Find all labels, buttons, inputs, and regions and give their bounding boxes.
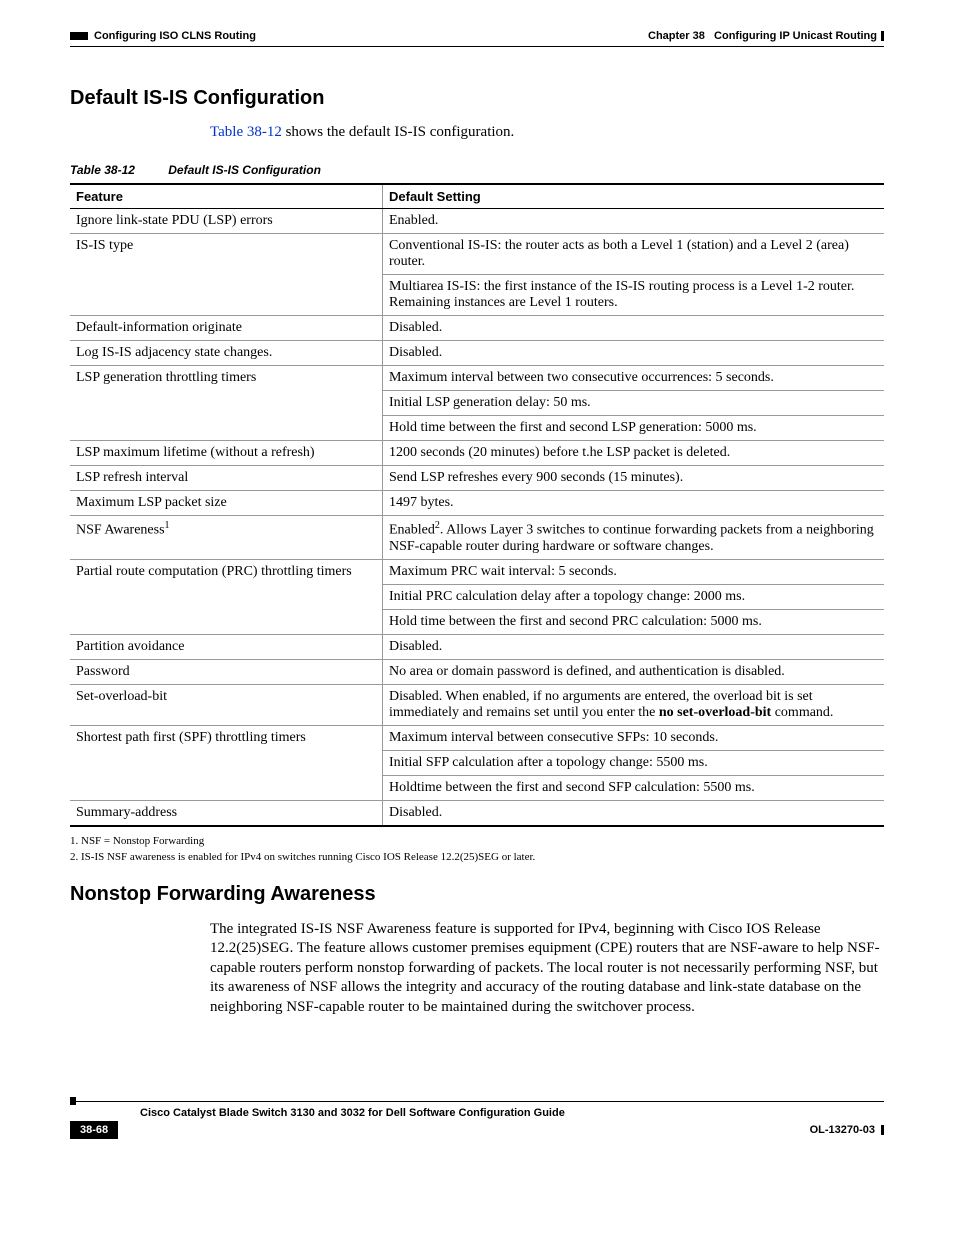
col-header-default: Default Setting [383, 184, 885, 209]
table-row: Log IS-IS adjacency state changes. Disab… [70, 341, 884, 366]
table-row: Partition avoidance Disabled. [70, 634, 884, 659]
config-table: Feature Default Setting Ignore link-stat… [70, 183, 884, 827]
cell-default: 1497 bytes. [383, 491, 885, 516]
cell-default: Maximum PRC wait interval: 5 seconds. [383, 559, 885, 584]
table-title: Default IS-IS Configuration [168, 163, 321, 177]
header-end-bar [881, 31, 884, 41]
cell-default: Disabled. [383, 341, 885, 366]
cell-feature: LSP generation throttling timers [70, 366, 383, 441]
table-row: IS-IS type Conventional IS-IS: the route… [70, 234, 884, 275]
table-row: Password No area or domain password is d… [70, 659, 884, 684]
header-marker [70, 32, 88, 40]
cell-feature: IS-IS type [70, 234, 383, 316]
col-header-feature: Feature [70, 184, 383, 209]
footnote-1: 1. NSF = Nonstop Forwarding [70, 835, 884, 847]
table-row: Shortest path first (SPF) throttling tim… [70, 725, 884, 750]
intro-text: shows the default IS-IS configuration. [282, 124, 514, 140]
cell-feature: Ignore link-state PDU (LSP) errors [70, 209, 383, 234]
cell-default: Maximum interval between consecutive SFP… [383, 725, 885, 750]
cell-default: No area or domain password is defined, a… [383, 659, 885, 684]
cell-default: Initial PRC calculation delay after a to… [383, 584, 885, 609]
page-footer: Cisco Catalyst Blade Switch 3130 and 303… [70, 1097, 884, 1139]
cell-default: 1200 seconds (20 minutes) before t.he LS… [383, 441, 885, 466]
table-row: Partial route computation (PRC) throttli… [70, 559, 884, 584]
table-row: Maximum LSP packet size 1497 bytes. [70, 491, 884, 516]
header-rule [70, 46, 884, 47]
cell-default: Disabled. [383, 316, 885, 341]
header-chapter-title: Configuring IP Unicast Routing [714, 30, 877, 42]
cell-default: Disabled. When enabled, if no arguments … [383, 684, 885, 725]
cell-feature: Default-information originate [70, 316, 383, 341]
cell-feature: Partition avoidance [70, 634, 383, 659]
table-reference-link[interactable]: Table 38-12 [210, 124, 282, 140]
cell-feature: Log IS-IS adjacency state changes. [70, 341, 383, 366]
table-row: LSP maximum lifetime (without a refresh)… [70, 441, 884, 466]
cell-default: Send LSP refreshes every 900 seconds (15… [383, 466, 885, 491]
header-chapter: Chapter 38 [648, 30, 705, 42]
table-number: Table 38-12 [70, 163, 135, 177]
cell-feature: Maximum LSP packet size [70, 491, 383, 516]
header-section: Configuring ISO CLNS Routing [94, 30, 256, 42]
cell-feature: NSF Awareness1 [70, 516, 383, 560]
cell-feature: Summary-address [70, 800, 383, 826]
cell-default: Holdtime between the first and second SF… [383, 775, 885, 800]
cell-default: Disabled. [383, 800, 885, 826]
page-header: Configuring ISO CLNS Routing Chapter 38 … [70, 30, 884, 42]
cell-default: Maximum interval between two consecutive… [383, 366, 885, 391]
footer-guide-title: Cisco Catalyst Blade Switch 3130 and 303… [140, 1107, 884, 1119]
cell-default: Conventional IS-IS: the router acts as b… [383, 234, 885, 275]
footer-end-bar [881, 1125, 884, 1135]
page-number-badge: 38-68 [70, 1121, 118, 1139]
table-row: NSF Awareness1 Enabled2. Allows Layer 3 … [70, 516, 884, 560]
cell-feature: Shortest path first (SPF) throttling tim… [70, 725, 383, 800]
cell-feature: Set-overload-bit [70, 684, 383, 725]
heading-default-isis: Default IS-IS Configuration [70, 87, 884, 110]
intro-paragraph: Table 38-12 shows the default IS-IS conf… [210, 124, 884, 141]
cell-default: Initial SFP calculation after a topology… [383, 750, 885, 775]
heading-nsf-awareness: Nonstop Forwarding Awareness [70, 883, 884, 906]
cell-default: Enabled2. Allows Layer 3 switches to con… [383, 516, 885, 560]
cell-feature: Partial route computation (PRC) throttli… [70, 559, 383, 634]
table-row: Default-information originate Disabled. [70, 316, 884, 341]
cell-default: Enabled. [383, 209, 885, 234]
cell-default: Disabled. [383, 634, 885, 659]
doc-id: OL-13270-03 [810, 1124, 875, 1136]
table-row: Set-overload-bit Disabled. When enabled,… [70, 684, 884, 725]
cell-feature: LSP maximum lifetime (without a refresh) [70, 441, 383, 466]
footnote-2: 2. IS-IS NSF awareness is enabled for IP… [70, 851, 884, 863]
cell-default: Multiarea IS-IS: the first instance of t… [383, 275, 885, 316]
footnotes: 1. NSF = Nonstop Forwarding 2. IS-IS NSF… [70, 835, 884, 863]
table-row: Ignore link-state PDU (LSP) errors Enabl… [70, 209, 884, 234]
table-row: LSP refresh interval Send LSP refreshes … [70, 466, 884, 491]
cell-default: Hold time between the first and second L… [383, 416, 885, 441]
cell-default: Hold time between the first and second P… [383, 609, 885, 634]
nsf-paragraph: The integrated IS-IS NSF Awareness featu… [210, 920, 884, 1018]
table-row: LSP generation throttling timers Maximum… [70, 366, 884, 391]
cell-feature: Password [70, 659, 383, 684]
table-row: Summary-address Disabled. [70, 800, 884, 826]
cell-default: Initial LSP generation delay: 50 ms. [383, 391, 885, 416]
table-caption: Table 38-12 Default IS-IS Configuration [70, 163, 884, 177]
cell-feature: LSP refresh interval [70, 466, 383, 491]
